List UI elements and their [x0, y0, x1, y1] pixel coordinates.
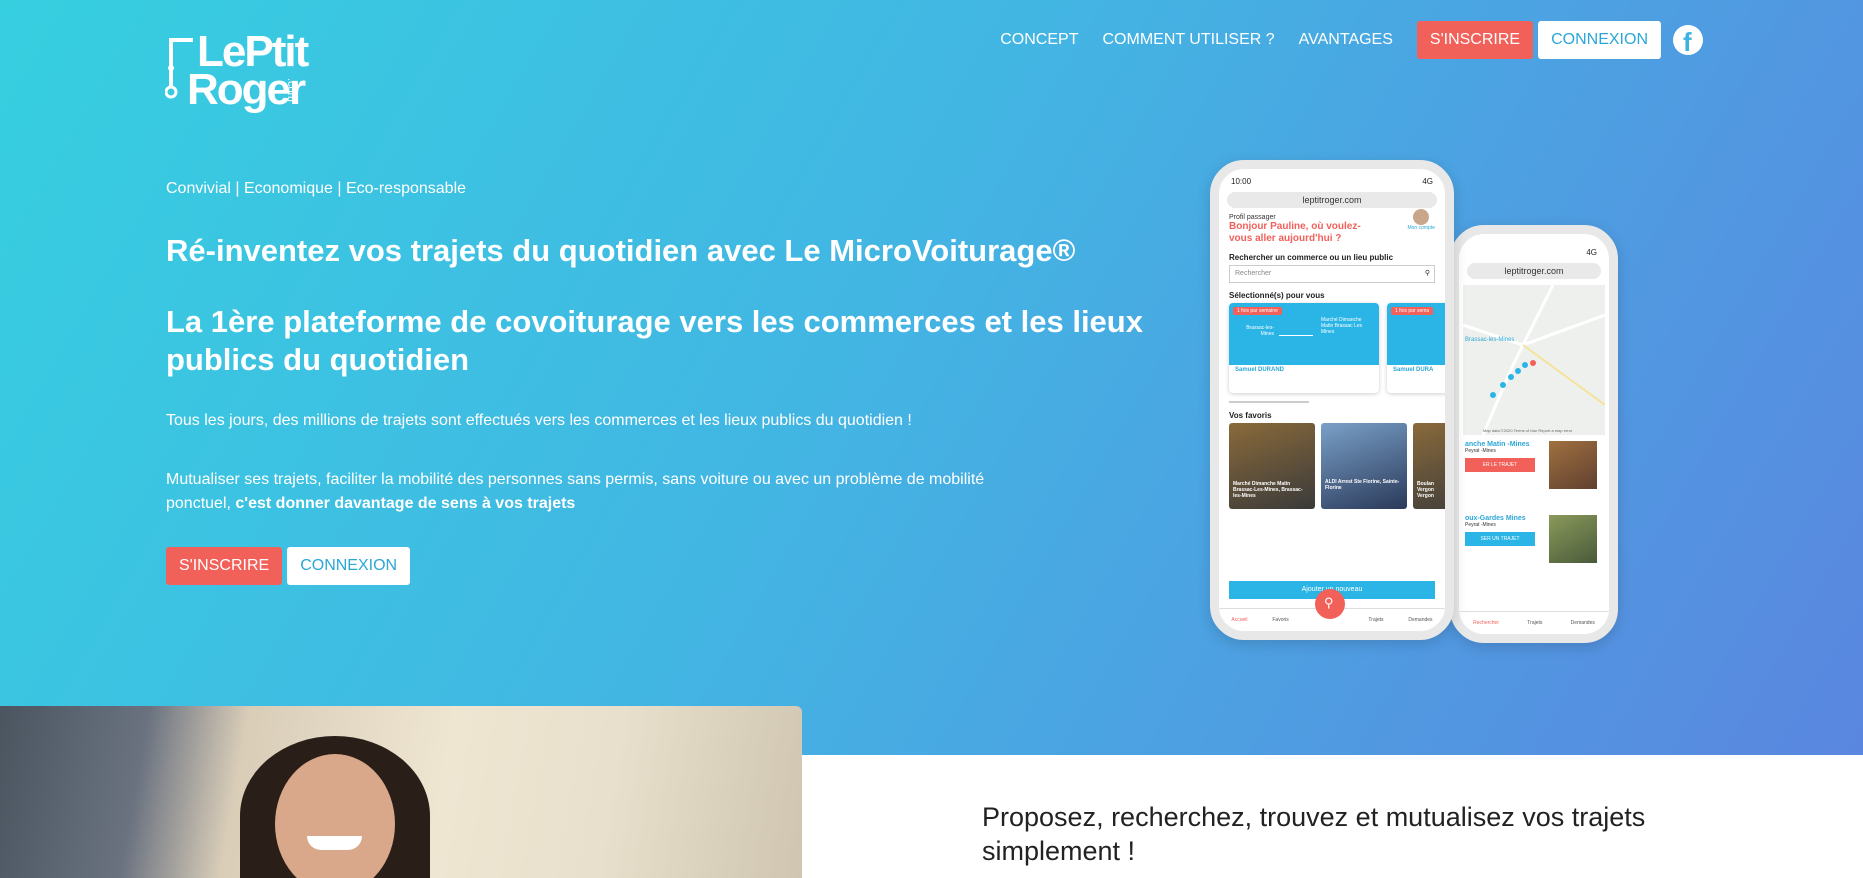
network-indicator: 4G [1586, 248, 1597, 257]
trip-card[interactable]: 1 fois par semaine Brassac-les-Mines Mar… [1229, 303, 1379, 393]
carousel-scrollbar[interactable] [1229, 401, 1309, 403]
driver-name: Samuel DURAND [1235, 367, 1285, 373]
result-item[interactable]: anche Matin -Mines Peyrat -Mines ER LE T… [1465, 441, 1603, 511]
hero-photo-woman [0, 706, 802, 878]
nav-signup-button[interactable]: S'INSCRIRE [1416, 21, 1534, 59]
result-item[interactable]: oux-Gardes Mines Peyrat -Mines SER UN TR… [1465, 515, 1603, 575]
hero-paragraph-2-emphasis: c'est donner davantage de sens à vos tra… [235, 495, 576, 512]
favorites-heading: Vos favoris [1229, 411, 1272, 420]
phone-mockup-home: 10:00 4G leptitroger.com Profil passager… [1210, 160, 1454, 640]
hero-actions: S'INSCRIRE CONNEXION [166, 547, 411, 585]
phone-mockup-map: 4G leptitroger.com Brassac-les-Mines Map… [1450, 225, 1618, 643]
phone-url-bar: leptitroger.com [1227, 192, 1437, 208]
favorite-item[interactable]: Marché Dimanche Matin Brassac-Les-Mines,… [1229, 423, 1315, 509]
phone-bottom-nav: Rechercher Trajets Demandes [1459, 611, 1609, 634]
network-indicator: 4G [1422, 177, 1433, 186]
result-thumbnail [1549, 441, 1597, 489]
favorite-item[interactable]: ALDI Arrest Ste Florine, Sainte-Florine [1321, 423, 1407, 509]
nav-trajets[interactable]: Trajets [1368, 617, 1383, 623]
result-thumbnail [1549, 515, 1597, 563]
nav-comment-utiliser[interactable]: COMMENT UTILISER ? [1090, 20, 1286, 60]
greeting-text: Bonjour Pauline, où voulez-vous aller au… [1229, 221, 1361, 244]
trip-card[interactable]: 1 fois par sema Samuel DURA [1387, 303, 1445, 393]
site-logo[interactable]: LePtit Roger .com [165, 30, 315, 115]
frequency-badge: 1 fois par semaine [1233, 307, 1282, 315]
top-nav: CONCEPT COMMENT UTILISER ? AVANTAGES S'I… [988, 20, 1703, 60]
facebook-icon[interactable]: f [1673, 25, 1703, 57]
profile-label: Profil passager [1229, 214, 1276, 221]
selected-heading: Sélectionné(s) pour vous [1229, 291, 1325, 300]
hero-title: Ré-inventez vos trajets du quotidien ave… [166, 233, 1076, 268]
nav-avantages[interactable]: AVANTAGES [1287, 20, 1405, 60]
search-icon: ⚲ [1324, 595, 1334, 610]
hero-signup-button[interactable]: S'INSCRIRE [166, 547, 283, 585]
map-roads-icon [1462, 284, 1606, 436]
nav-trajets[interactable]: Trajets [1527, 620, 1542, 626]
hero-subtitle: La 1ère plateforme de covoiturage vers l… [166, 304, 1143, 377]
favorite-item[interactable]: Boulan Vergon Vergon [1413, 423, 1445, 509]
result-propose-button[interactable]: ER LE TRAJET [1465, 458, 1535, 472]
nav-login-button[interactable]: CONNEXION [1538, 21, 1661, 59]
phone-search-input[interactable]: Rechercher ⚲ [1229, 265, 1435, 283]
avatar [1413, 209, 1430, 225]
map-view: Brassac-les-Mines Map data ©2020 Terms o… [1462, 284, 1606, 436]
hero-tagline: Convivial | Economique | Eco-responsable [166, 180, 467, 197]
map-footer: Map data ©2020 Terms of Use Report a map… [1483, 428, 1573, 433]
result-propose-button[interactable]: SER UN TRAJET [1465, 532, 1535, 546]
account-link[interactable]: Mon compte [1407, 209, 1435, 231]
selected-carousel: 1 fois par semaine Brassac-les-Mines Mar… [1229, 303, 1445, 393]
hero-login-button[interactable]: CONNEXION [287, 547, 411, 585]
favorites-carousel: Marché Dimanche Matin Brassac-Les-Mines,… [1229, 423, 1445, 509]
section-title: Proposez, recherchez, trouvez et mutuali… [982, 802, 1646, 866]
frequency-badge: 1 fois par sema [1391, 307, 1434, 315]
nav-concept[interactable]: CONCEPT [988, 20, 1090, 60]
search-fab-button[interactable]: ⚲ [1315, 589, 1345, 619]
hero-paragraph-1: Tous les jours, des millions de trajets … [166, 412, 912, 429]
nav-demandes[interactable]: Demandes [1408, 617, 1432, 623]
logo-suffix: .com [285, 78, 297, 102]
search-heading: Rechercher un commerce ou un lieu public [1229, 253, 1394, 262]
map-city-label: Brassac-les-Mines [1465, 337, 1515, 343]
search-icon: ⚲ [1424, 270, 1430, 277]
nav-accueil[interactable]: Accueil [1231, 617, 1247, 623]
driver-name: Samuel DURA [1393, 367, 1434, 373]
nav-favoris[interactable]: Favoris [1272, 617, 1288, 623]
hero-paragraph-2: Mutualiser ses trajets, faciliter la mob… [166, 471, 985, 512]
phone-url-bar: leptitroger.com [1467, 263, 1601, 279]
nav-demandes[interactable]: Demandes [1571, 620, 1595, 626]
phone-time: 10:00 [1231, 177, 1252, 186]
nav-rechercher[interactable]: Rechercher [1473, 620, 1499, 626]
